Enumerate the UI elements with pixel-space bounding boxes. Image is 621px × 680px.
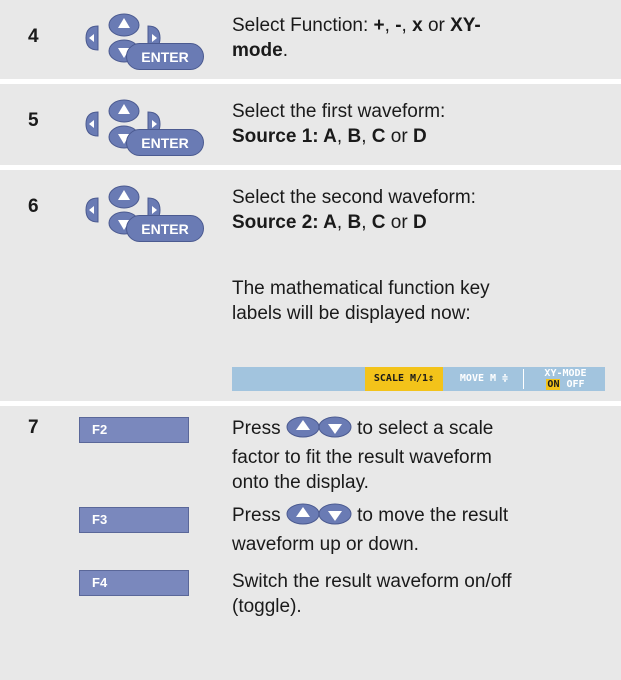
f3-text-line: Press to move the result: [232, 503, 508, 532]
f3-text: Press to move the result waveform up or …: [232, 503, 508, 557]
xy-on-indicator: ON: [546, 379, 561, 390]
f3-key[interactable]: F3: [79, 507, 189, 533]
f2-key[interactable]: F2: [79, 417, 189, 443]
enter-button[interactable]: ENTER: [126, 129, 204, 156]
f2-text-line: onto the display.: [232, 472, 369, 493]
note-line: The mathematical function key: [232, 278, 490, 299]
f2-text: Press to select a scale factor to fit th…: [232, 416, 493, 495]
f2-text-line: Press to select a scale: [232, 416, 493, 445]
step-number: 7: [28, 417, 39, 438]
step-number: 4: [28, 26, 39, 47]
nav-cluster: ENTER: [78, 12, 208, 72]
note-line: labels will be displayed now:: [232, 303, 471, 324]
f4-text-line: (toggle).: [232, 596, 302, 617]
up-down-icon: ⇕: [428, 373, 435, 384]
enter-button[interactable]: ENTER: [126, 215, 204, 242]
arrow-up-down-buttons-icon: [286, 416, 352, 445]
softkey-divider: [523, 369, 524, 389]
softkey-scale-label: SCALE M/1⇕: [365, 367, 443, 391]
step-text: Select the second waveform: Source 2: A,…: [232, 185, 476, 235]
nav-cluster: ENTER: [78, 184, 208, 244]
arrow-up-down-buttons-icon: [286, 503, 352, 532]
softkey-move-label: MOVE M ≑: [459, 373, 509, 384]
f4-text: Switch the result waveform on/off (toggl…: [232, 569, 512, 619]
step-text-line: Select Function: +, -, x or XY-: [232, 15, 481, 36]
f4-text-line: Switch the result waveform on/off: [232, 571, 512, 592]
step-text: Select Function: +, -, x or XY- mode.: [232, 13, 481, 63]
step-7-row: 7 F2 Press to select a scale factor to f…: [0, 406, 621, 680]
softkey-xy-mode-label: XY-MODE ON OFF: [544, 368, 587, 390]
step-text-line: Select the first waveform:: [232, 101, 446, 122]
f4-key[interactable]: F4: [79, 570, 189, 596]
softkey-label-bar: SCALE M/1⇕ MOVE M ≑ XY-MODE ON OFF: [232, 367, 605, 391]
step-text-line: Source 2: A, B, C or D: [232, 212, 427, 233]
step-text-line: Source 1: A, B, C or D: [232, 126, 427, 147]
nav-cluster: ENTER: [78, 98, 208, 158]
step-number: 6: [28, 196, 39, 217]
step-6-note: The mathematical function key labels wil…: [232, 276, 490, 326]
step-text-line: Select the second waveform:: [232, 187, 476, 208]
step-5-row: 5 ENTER Select the first waveform: Sourc…: [0, 84, 621, 165]
enter-button[interactable]: ENTER: [126, 43, 204, 70]
step-4-row: 4 ENTER Select Function: +, -, x or XY- …: [0, 0, 621, 79]
step-number: 5: [28, 110, 39, 131]
f3-text-line: waveform up or down.: [232, 534, 419, 555]
f2-text-line: factor to fit the result waveform: [232, 447, 492, 468]
step-text: Select the first waveform: Source 1: A, …: [232, 99, 445, 149]
step-text-line: mode.: [232, 40, 288, 61]
